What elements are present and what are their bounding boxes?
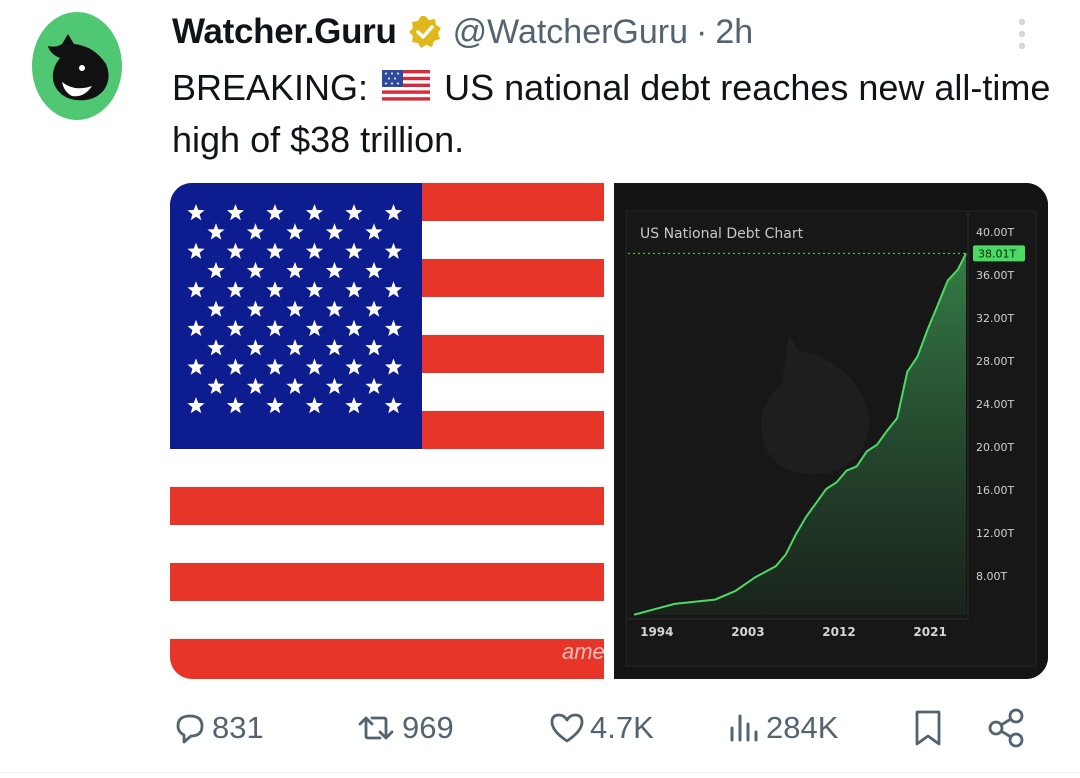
author-name[interactable]: Watcher.Guru	[172, 12, 397, 52]
y-tick-label: 16.00T	[976, 484, 1014, 497]
x-tick-label: 1994	[640, 625, 673, 639]
y-tick-label: 40.00T	[976, 226, 1014, 239]
current-value-label: 38.01T	[978, 247, 1016, 260]
whale-logo-icon	[48, 34, 109, 101]
view-count: 284K	[766, 710, 839, 745]
y-tick-label: 24.00T	[976, 398, 1014, 411]
header-separator: ·	[696, 12, 708, 51]
watermark-text: ame	[562, 639, 604, 664]
reply-count: 831	[212, 710, 264, 745]
verified-badge-icon[interactable]	[407, 14, 443, 50]
repost-count: 969	[402, 710, 454, 745]
like-button[interactable]: 4.7K	[548, 700, 654, 756]
x-tick-label: 2012	[822, 625, 855, 639]
share-button[interactable]	[986, 700, 1026, 756]
repost-icon	[358, 716, 394, 740]
like-count: 4.7K	[590, 710, 654, 745]
views-button[interactable]: 284K	[728, 700, 838, 756]
y-tick-label: 28.00T	[976, 355, 1014, 368]
reply-icon	[176, 714, 204, 744]
analytics-icon	[730, 714, 758, 742]
share-icon	[988, 708, 1024, 748]
author-avatar[interactable]	[32, 12, 122, 120]
y-tick-label: 20.00T	[976, 441, 1014, 454]
heart-icon	[550, 713, 584, 743]
reply-button[interactable]: 831	[172, 700, 264, 756]
us-flag-emoji-icon	[382, 70, 431, 104]
author-handle[interactable]: @WatcherGuru	[453, 13, 688, 52]
y-tick-label: 32.00T	[976, 312, 1014, 325]
tweet-actions: 831 969 4.7K 284K	[0, 700, 1080, 756]
tweet-media[interactable]: ame US National Debt Chart 40.00T 36.00T 3…	[170, 183, 1048, 679]
divider	[0, 772, 1080, 773]
tweet-text-prefix: BREAKING:	[172, 67, 369, 108]
y-tick-label: 12.00T	[976, 527, 1014, 540]
repost-button[interactable]: 969	[354, 700, 454, 756]
bookmark-icon	[915, 710, 941, 746]
x-tick-label: 2003	[731, 625, 764, 639]
tweet-header: Watcher.Guru @WatcherGuru · 2h	[172, 10, 753, 54]
chart-title: US National Debt Chart	[640, 226, 804, 242]
us-flag-image[interactable]: ame	[170, 183, 605, 679]
y-tick-label: 36.00T	[976, 269, 1014, 282]
debt-chart: US National Debt Chart 40.00T 36.00T 32.00…	[614, 183, 1048, 679]
bookmark-button[interactable]	[912, 700, 944, 756]
more-options-icon[interactable]	[1010, 14, 1034, 54]
tweet-timestamp[interactable]: 2h	[715, 13, 753, 52]
debt-chart-image[interactable]: US National Debt Chart 40.00T 36.00T 32.00…	[614, 183, 1048, 679]
x-tick-label: 2021	[913, 625, 946, 639]
y-tick-label: 8.00T	[976, 570, 1007, 583]
tweet-text: BREAKING: US national debt reaches new a…	[172, 62, 1052, 166]
us-flag-graphic: ame	[170, 183, 605, 679]
